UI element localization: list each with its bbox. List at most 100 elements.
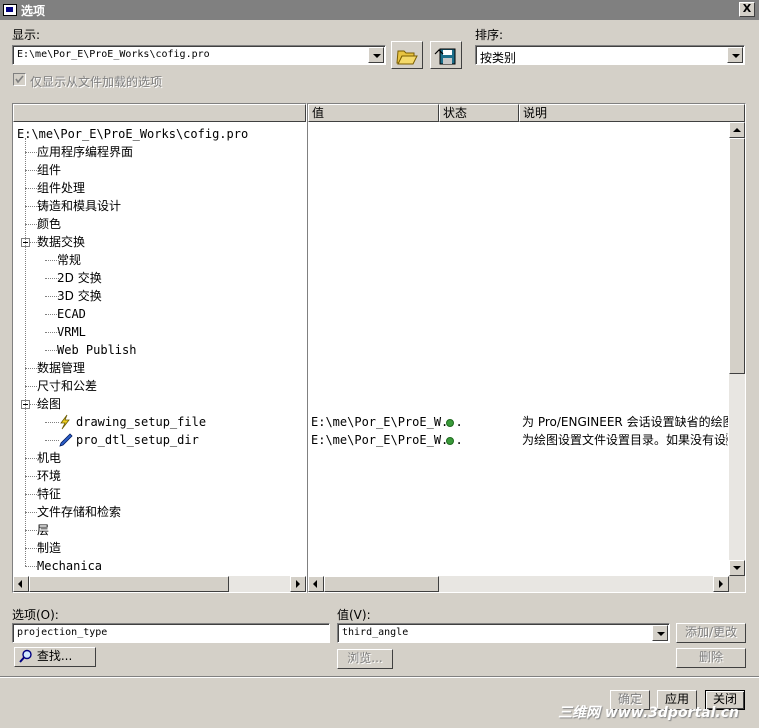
close-window-button[interactable]: X	[739, 2, 755, 17]
option-value-cell[interactable]: E:\me\Por_E\ProE_W...	[311, 431, 463, 449]
scroll-right-button[interactable]	[290, 576, 306, 592]
tree-category-item[interactable]: 组件	[37, 161, 61, 179]
scroll-thumb[interactable]	[729, 138, 745, 374]
tree-connector	[25, 386, 37, 387]
option-label: 选项(O):	[12, 608, 59, 622]
option-value-combo[interactable]: third_angle	[337, 623, 670, 643]
tree-connector	[25, 368, 37, 369]
scroll-left-button[interactable]	[13, 576, 29, 592]
scroll-corner	[729, 576, 745, 592]
chevron-down-icon[interactable]	[368, 47, 384, 63]
display-value: E:\me\Por_E\ProE_Works\cofig.pro	[17, 49, 210, 60]
window-icon	[3, 4, 17, 16]
tree-header	[13, 104, 306, 122]
tree-category-item[interactable]: Mechanica	[37, 557, 102, 575]
tree-option-item[interactable]: pro_dtl_setup_dir	[76, 431, 199, 449]
tree-category-item[interactable]: 绘图	[37, 395, 61, 413]
tree-connector	[25, 458, 37, 459]
option-description-cell: 为绘图设置文件设置目录。如果没有设	[522, 433, 728, 447]
tree-category-item[interactable]: 铸造和模具设计	[37, 197, 121, 215]
tree-connector	[25, 548, 37, 549]
tree-category-item[interactable]: 机电	[37, 449, 61, 467]
footer-separator	[0, 676, 759, 678]
tree-trunk	[25, 138, 26, 566]
save-config-icon	[434, 48, 456, 65]
tree-connector	[25, 494, 37, 495]
browse-button[interactable]: 浏览...	[337, 649, 393, 669]
sort-label: 排序:	[475, 28, 504, 42]
values-vscrollbar[interactable]	[729, 122, 745, 576]
tree-connector	[25, 476, 37, 477]
tree-child-item[interactable]: ECAD	[57, 305, 86, 323]
tree-child-item[interactable]: Web Publish	[57, 341, 136, 359]
find-label: 查找...	[36, 649, 73, 663]
loaded-only-checkbox[interactable]	[13, 73, 26, 86]
lightning-option-icon	[60, 414, 70, 430]
scroll-thumb[interactable]	[29, 576, 229, 592]
option-name-value: projection_type	[17, 627, 108, 638]
tree-category-item[interactable]: 层	[37, 521, 49, 539]
tree-category-item[interactable]: 组件处理	[37, 179, 85, 197]
tree-child-item[interactable]: VRML	[57, 323, 86, 341]
values-pane: 值 状态 说明 E:\me\Por_E\ProE_W... 为 Pro/ENGI…	[307, 103, 746, 593]
tree-category-item[interactable]: 特征	[37, 485, 61, 503]
tree-pane: E:\me\Por_E\ProE_Works\cofig.pro 应用程序编程界…	[12, 103, 307, 593]
search-icon	[19, 649, 32, 663]
tree-category-item[interactable]: 文件存储和检索	[37, 503, 121, 521]
tree-category-item[interactable]: 制造	[37, 539, 61, 557]
option-value-value: third_angle	[342, 627, 409, 638]
value-label: 值(V):	[337, 608, 371, 622]
display-combo[interactable]: E:\me\Por_E\ProE_Works\cofig.pro	[12, 45, 386, 65]
window-title: 选项	[21, 3, 46, 18]
tree-connector	[25, 512, 37, 513]
col-description-header[interactable]: 说明	[519, 104, 745, 122]
pencil-option-icon	[59, 433, 73, 447]
tree-category-item[interactable]: 数据交换	[37, 233, 85, 251]
tree-child-item[interactable]: 常规	[57, 251, 81, 269]
sort-value: 按类别	[480, 51, 517, 65]
status-ok-icon	[446, 437, 454, 445]
tree-root[interactable]: E:\me\Por_E\ProE_Works\cofig.pro	[17, 125, 248, 143]
title-bar: 选项	[0, 0, 759, 20]
tree-category-item[interactable]: 尺寸和公差	[37, 377, 97, 395]
tree-connector	[25, 152, 37, 153]
tree-connector	[25, 224, 37, 225]
option-description-cell: 为 Pro/ENGINEER 会话设置缺省的绘图	[522, 415, 728, 429]
col-status-header[interactable]: 状态	[439, 104, 519, 122]
tree-child-item[interactable]: 2D 交换	[57, 269, 102, 287]
tree-connector	[25, 566, 37, 567]
add-change-button[interactable]: 添加/更改	[676, 623, 746, 643]
chevron-down-icon[interactable]	[652, 625, 668, 641]
chevron-down-icon[interactable]	[727, 47, 743, 63]
tree-category-item[interactable]: 数据管理	[37, 359, 85, 377]
tree-category-item[interactable]: 应用程序编程界面	[37, 143, 133, 161]
tree-connector	[25, 188, 37, 189]
scroll-thumb[interactable]	[324, 576, 439, 592]
option-value-cell[interactable]: E:\me\Por_E\ProE_W...	[311, 413, 463, 431]
col-value-header[interactable]: 值	[308, 104, 439, 122]
checkmark-icon	[15, 75, 24, 84]
values-hscrollbar[interactable]	[308, 576, 729, 592]
folder-open-icon	[396, 50, 418, 65]
tree-hscrollbar[interactable]	[13, 576, 306, 592]
sort-combo[interactable]: 按类别	[475, 45, 745, 65]
find-button[interactable]: 查找...	[14, 647, 96, 667]
open-config-button[interactable]	[391, 41, 423, 69]
save-config-button[interactable]	[430, 41, 462, 69]
scroll-right-button[interactable]	[713, 576, 729, 592]
status-ok-icon	[446, 419, 454, 427]
tree-child-item[interactable]: 3D 交换	[57, 287, 102, 305]
watermark: 三维网 www.3dportal.cn	[558, 705, 739, 721]
option-name-input[interactable]: projection_type	[12, 623, 330, 643]
tree-connector	[25, 530, 37, 531]
scroll-left-button[interactable]	[308, 576, 324, 592]
scroll-down-button[interactable]	[729, 560, 745, 576]
scroll-up-button[interactable]	[729, 122, 745, 138]
loaded-only-label: 仅显示从文件加载的选项	[30, 75, 163, 89]
delete-button[interactable]: 删除	[676, 648, 746, 668]
tree-category-item[interactable]: 环境	[37, 467, 61, 485]
tree-category-item[interactable]: 颜色	[37, 215, 61, 233]
display-label: 显示:	[12, 28, 41, 42]
tree-option-item[interactable]: drawing_setup_file	[76, 413, 206, 431]
tree-connector	[25, 206, 37, 207]
